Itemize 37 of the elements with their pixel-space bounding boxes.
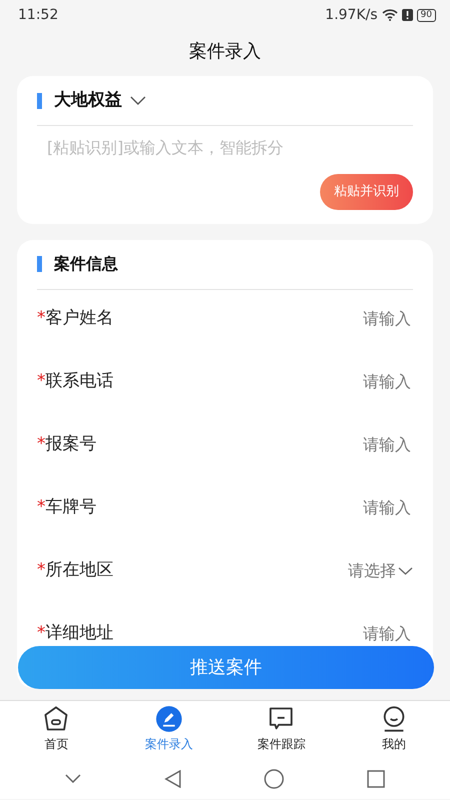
- input-field[interactable]: 请输入: [303, 432, 413, 458]
- network-speed: 1.97K/s: [325, 6, 378, 24]
- section-marker: [37, 92, 42, 108]
- battery-level: 90: [416, 8, 436, 22]
- wifi-icon: [382, 9, 398, 21]
- field-label: *详细地址: [37, 622, 114, 646]
- alert-icon: [402, 9, 413, 21]
- chevron-down-icon[interactable]: [65, 774, 82, 783]
- field-label: *联系电话: [37, 370, 114, 394]
- input-field[interactable]: 请输入: [303, 621, 413, 647]
- region-select[interactable]: 请选择: [348, 559, 413, 583]
- tab[interactable]: 我的: [348, 701, 439, 753]
- tab[interactable]: 案件跟踪: [236, 701, 326, 753]
- input-field[interactable]: 请输入: [303, 495, 413, 521]
- input-field[interactable]: 请输入: [303, 306, 413, 332]
- pencil-icon: [154, 705, 183, 733]
- push-case-button[interactable]: 推送案件: [18, 646, 434, 689]
- company-name: 大地权益: [54, 88, 122, 112]
- home-icon[interactable]: [264, 768, 284, 788]
- input-field[interactable]: 请输入: [303, 369, 413, 395]
- home-icon: [42, 705, 70, 733]
- field-label: *客户姓名: [37, 307, 114, 330]
- field-label: *车牌号: [37, 496, 96, 520]
- section-title: 案件信息: [54, 253, 118, 275]
- tab[interactable]: 案件录入: [124, 701, 214, 753]
- tab[interactable]: 首页: [11, 701, 102, 753]
- field-label: *报案号: [37, 433, 96, 456]
- chevron-down-icon: [398, 567, 413, 575]
- recent-apps-icon[interactable]: [366, 770, 385, 788]
- status-time: 11:52: [18, 6, 58, 24]
- paste-recognize-button[interactable]: 粘贴并识别: [320, 174, 413, 210]
- section-marker: [37, 256, 42, 272]
- chevron-down-icon[interactable]: [130, 96, 146, 105]
- field-label: *所在地区: [37, 559, 114, 582]
- page-title: 案件录入: [189, 40, 261, 64]
- text-input-field[interactable]: [粘贴识别]或输入文本，智能拆分: [37, 136, 413, 160]
- back-icon[interactable]: [164, 770, 182, 788]
